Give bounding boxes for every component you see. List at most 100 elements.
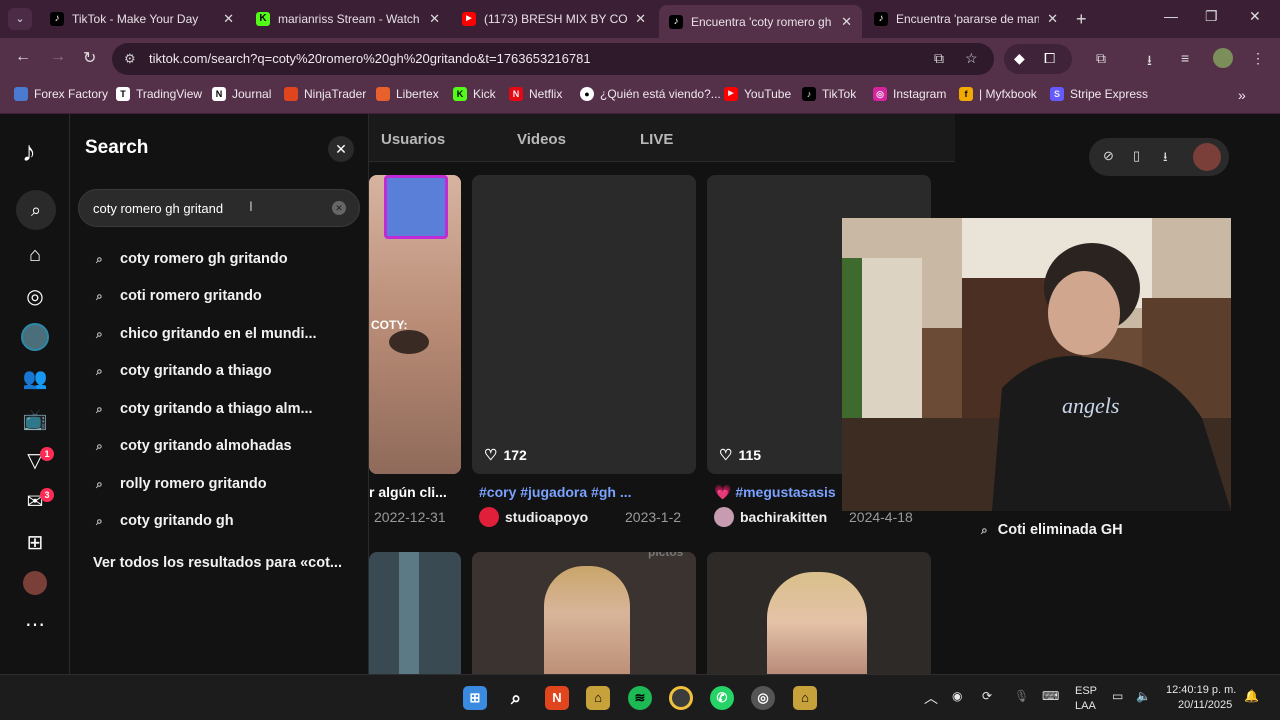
- bookmark-item[interactable]: K Kick: [453, 87, 496, 101]
- live-tv-icon[interactable]: 📺: [20, 404, 50, 434]
- tab-live[interactable]: LIVE: [640, 131, 673, 148]
- browser-tab[interactable]: ♪ Encuentra 'pararse de mano ✕: [864, 5, 1068, 33]
- video-card[interactable]: COTY:: [369, 175, 461, 474]
- sync-icon[interactable]: ⟳: [982, 689, 992, 703]
- more-icon[interactable]: ⋯: [20, 609, 50, 639]
- tab-users[interactable]: Usuarios: [381, 131, 445, 148]
- bookmark-item[interactable]: T TradingView: [116, 87, 202, 101]
- install-app-icon[interactable]: ⧉: [934, 50, 944, 67]
- bookmark-item[interactable]: NinjaTrader: [284, 87, 366, 101]
- close-window-button[interactable]: ✕: [1249, 8, 1261, 25]
- clear-input-icon[interactable]: ✕: [332, 201, 346, 215]
- whatsapp-icon[interactable]: ✆: [710, 686, 734, 710]
- bookmark-item[interactable]: ● ¿Quién está viendo?...: [580, 87, 721, 101]
- url-text[interactable]: tiktok.com/search?q=coty%20romero%20gh%2…: [149, 51, 591, 66]
- clock-date[interactable]: 20/11/2025: [1178, 699, 1232, 711]
- bookmark-item[interactable]: S Stripe Express: [1050, 87, 1148, 101]
- compass-icon[interactable]: ⊘: [1103, 148, 1114, 164]
- video-author[interactable]: bachirakitten: [714, 507, 827, 527]
- phone-icon[interactable]: ▯: [1133, 148, 1140, 164]
- extension-icon[interactable]: ◆: [1014, 50, 1025, 67]
- close-icon[interactable]: ✕: [1047, 11, 1058, 27]
- tab-search-button[interactable]: ⌄: [8, 8, 32, 30]
- bookmark-item[interactable]: Libertex: [376, 87, 439, 101]
- suggestion-item[interactable]: ⌕ coty gritando a thiago alm...: [96, 401, 313, 417]
- browser-tab[interactable]: ♪ TikTok - Make Your Day ✕: [40, 5, 244, 33]
- download-icon[interactable]: ⭳: [1147, 50, 1152, 74]
- bookmark-item[interactable]: N Netflix: [509, 87, 562, 101]
- spotify-icon[interactable]: ≋: [628, 686, 652, 710]
- bookmark-item[interactable]: ▶ YouTube: [724, 87, 791, 101]
- more-bookmarks-icon[interactable]: »: [1238, 87, 1246, 103]
- video-description[interactable]: #cory #jugadora #gh ...: [479, 484, 691, 500]
- following-icon[interactable]: 👥: [20, 363, 50, 393]
- tiktok-logo-icon[interactable]: ♪: [22, 136, 36, 168]
- obs-icon[interactable]: ◎: [751, 686, 775, 710]
- language-code[interactable]: ESP: [1075, 685, 1097, 697]
- browser-tab[interactable]: ▶ (1173) BRESH MIX BY COND ✕: [452, 5, 656, 33]
- suggestion-item[interactable]: ⌕ coty gritando a thiago: [96, 363, 271, 379]
- search-input[interactable]: [93, 199, 313, 217]
- explore-icon[interactable]: ◎: [20, 281, 50, 311]
- address-bar[interactable]: ⚙ tiktok.com/search?q=coty%20romero%20gh…: [112, 43, 994, 75]
- video-author[interactable]: studioapoyo: [479, 507, 588, 527]
- video-description[interactable]: r algún cli...: [369, 484, 459, 500]
- related-search[interactable]: ⌕ Coti eliminada GH: [981, 522, 1123, 538]
- site-info-icon[interactable]: ⚙: [124, 51, 136, 67]
- puzzle-icon[interactable]: ⧠: [1044, 50, 1055, 67]
- tray-app-icon[interactable]: ◉: [952, 689, 962, 703]
- new-tab-button[interactable]: +: [1076, 9, 1087, 30]
- app-icon[interactable]: ⌂: [793, 686, 817, 710]
- bookmark-item[interactable]: f | Myfxbook: [959, 87, 1037, 101]
- bookmark-item[interactable]: ◎ Instagram: [873, 87, 946, 101]
- bookmark-item[interactable]: ♪ TikTok: [802, 87, 856, 101]
- download-icon[interactable]: ⭳: [1163, 148, 1168, 170]
- profile-avatar[interactable]: [1193, 143, 1221, 171]
- search-icon[interactable]: ⌕: [504, 686, 528, 710]
- video-card[interactable]: pictos: [472, 552, 696, 674]
- bookmark-star-icon[interactable]: ☆: [965, 50, 978, 67]
- network-icon[interactable]: ▭: [1112, 689, 1123, 703]
- upload-icon[interactable]: ⊞: [20, 527, 50, 557]
- volume-icon[interactable]: 🔈: [1136, 689, 1151, 703]
- clock-time[interactable]: 12:40:19 p. m.: [1166, 684, 1236, 696]
- profile-avatar[interactable]: [1213, 48, 1233, 68]
- suggestion-item[interactable]: ⌕ coti romero gritando: [96, 288, 262, 304]
- video-card[interactable]: [369, 552, 461, 674]
- keyboard-layout[interactable]: LAA: [1075, 700, 1096, 712]
- browser-tab[interactable]: K marianriss Stream - Watch L ✕: [246, 5, 450, 33]
- video-description[interactable]: 💗 #megustasasis: [714, 484, 842, 501]
- tab-videos[interactable]: Videos: [517, 131, 566, 148]
- media-control-icon[interactable]: ≡: [1181, 50, 1189, 66]
- restore-button[interactable]: ❐: [1205, 8, 1218, 25]
- bookmark-item[interactable]: Forex Factory: [14, 87, 108, 101]
- close-icon[interactable]: ✕: [429, 11, 440, 27]
- reload-button[interactable]: ↻: [83, 48, 96, 68]
- profile-icon[interactable]: [20, 568, 50, 598]
- bookmark-item[interactable]: N Journal: [212, 87, 271, 101]
- minimize-button[interactable]: —: [1164, 8, 1178, 24]
- search-icon[interactable]: ⌕: [16, 190, 56, 230]
- translate-icon[interactable]: ⧉: [1096, 50, 1106, 67]
- live-avatar[interactable]: [20, 322, 50, 352]
- suggestion-item[interactable]: ⌕ coty gritando almohadas: [96, 438, 292, 454]
- menu-icon[interactable]: ⋮: [1251, 50, 1265, 67]
- start-icon[interactable]: ⊞: [463, 686, 487, 710]
- video-card[interactable]: [707, 552, 931, 674]
- close-search-button[interactable]: ✕: [328, 136, 354, 162]
- close-icon[interactable]: ✕: [223, 11, 234, 27]
- see-all-results-link[interactable]: Ver todos los resultados para «cot...: [93, 555, 342, 571]
- suggestion-item[interactable]: ⌕ coty gritando gh: [96, 513, 234, 529]
- search-box[interactable]: I ✕: [78, 189, 360, 227]
- home-icon[interactable]: ⌂: [20, 240, 50, 270]
- suggestion-item[interactable]: ⌕ rolly romero gritando: [96, 476, 267, 492]
- notification-bell-icon[interactable]: 🔔: [1244, 689, 1259, 703]
- suggestion-item[interactable]: ⌕ chico gritando en el mundi...: [96, 326, 317, 342]
- suggestion-item[interactable]: ⌕ coty romero gh gritando: [96, 251, 288, 267]
- close-icon[interactable]: ✕: [635, 11, 646, 27]
- chrome-icon[interactable]: [669, 686, 693, 710]
- close-icon[interactable]: ✕: [841, 14, 852, 30]
- mic-icon[interactable]: 🎙: [1014, 689, 1029, 703]
- tray-overflow-icon[interactable]: ︿: [924, 688, 938, 708]
- forward-button[interactable]: →: [50, 48, 66, 66]
